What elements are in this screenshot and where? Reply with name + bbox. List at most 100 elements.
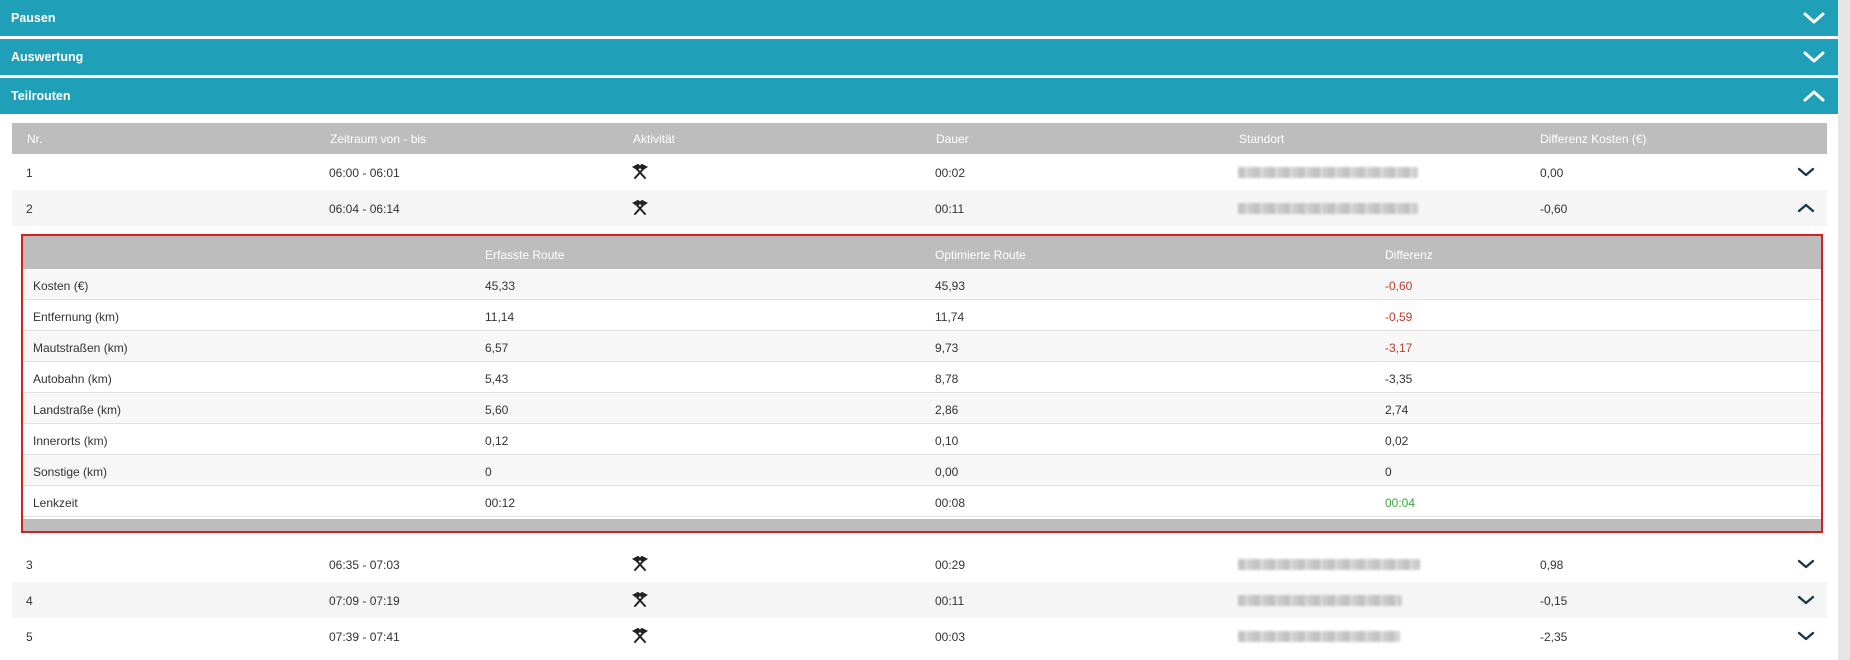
cell-nr: 1	[26, 166, 33, 180]
hammer-pick-icon	[632, 164, 648, 179]
detail-cell-differenz: -3,35	[1385, 372, 1413, 386]
detail-cell-differenz: -3,17	[1385, 341, 1413, 355]
detail-header-differenz: Differenz	[1385, 248, 1433, 262]
detail-cell-erfasst: 11,14	[485, 310, 515, 324]
detail-cell-optimiert: 45,93	[935, 279, 966, 293]
detail-cell-differenz: 00:04	[1385, 496, 1416, 510]
detail-cell-differenz: 0,02	[1385, 434, 1409, 448]
hammer-pick-icon	[632, 628, 648, 643]
standort-blurred	[1238, 595, 1402, 606]
detail-cell-erfasst: 00:12	[485, 496, 516, 510]
section-title: Teilrouten	[11, 89, 71, 103]
cell-dauer: 00:02	[935, 166, 966, 180]
cell-nr: 5	[26, 630, 33, 644]
cell-zeitraum: 06:35 - 07:03	[329, 558, 400, 572]
chevron-up-icon	[1803, 90, 1825, 102]
header-nr: Nr.	[27, 132, 43, 146]
detail-cell-optimiert: 0,00	[935, 465, 959, 479]
teilrouten-table-continued: 3 06:35 - 07:03 00:29 0,98 4 07:09 - 07:…	[12, 546, 1827, 654]
detail-header: Erfasste Route Optimierte Route Differen…	[23, 236, 1821, 269]
cell-nr: 3	[26, 558, 33, 572]
detail-cell-erfasst: 5,43	[485, 372, 509, 386]
detail-row: Innerorts (km) 0,12 0,10 0,02	[23, 424, 1821, 455]
chevron-up-icon[interactable]	[1797, 201, 1815, 215]
chevron-down-icon[interactable]	[1797, 629, 1815, 643]
hammer-pick-icon	[632, 200, 648, 215]
table-row[interactable]: 3 06:35 - 07:03 00:29 0,98	[12, 546, 1827, 582]
section-title: Auswertung	[11, 50, 84, 64]
cell-differenz: -2,35	[1540, 630, 1568, 644]
detail-cell-erfasst: 5,60	[485, 403, 509, 417]
detail-cell-label: Kosten (€)	[33, 279, 89, 293]
detail-header-optimiert: Optimierte Route	[935, 248, 1026, 262]
detail-cell-optimiert: 11,74	[935, 310, 965, 324]
detail-row: Kosten (€) 45,33 45,93 -0,60	[23, 269, 1821, 300]
detail-row: Mautstraßen (km) 6,57 9,73 -3,17	[23, 331, 1821, 362]
cell-nr: 4	[26, 594, 33, 608]
section-title: Pausen	[11, 11, 56, 25]
cell-differenz: 0,00	[1540, 166, 1564, 180]
detail-cell-erfasst: 0,12	[485, 434, 509, 448]
detail-row: Landstraße (km) 5,60 2,86 2,74	[23, 393, 1821, 424]
chevron-down-icon[interactable]	[1797, 593, 1815, 607]
chevron-down-icon[interactable]	[1797, 557, 1815, 571]
detail-cell-label: Innerorts (km)	[33, 434, 108, 448]
detail-cell-differenz: 2,74	[1385, 403, 1409, 417]
header-standort: Standort	[1239, 132, 1285, 146]
standort-blurred	[1238, 559, 1420, 570]
section-header-auswertung[interactable]: Auswertung	[0, 39, 1838, 75]
cell-nr: 2	[26, 202, 33, 216]
detail-row: Autobahn (km) 5,43 8,78 -3,35	[23, 362, 1821, 393]
teilrouten-table: Nr. Zeitraum von - bis Aktivität Dauer S…	[12, 123, 1827, 226]
detail-cell-label: Lenkzeit	[33, 496, 78, 510]
detail-cell-optimiert: 8,78	[935, 372, 959, 386]
standort-blurred	[1238, 203, 1418, 214]
header-zeitraum: Zeitraum von - bis	[330, 132, 427, 146]
route-comparison-detail: Erfasste Route Optimierte Route Differen…	[21, 234, 1823, 533]
table-row[interactable]: 1 06:00 - 06:01 00:02 0,00	[12, 154, 1827, 190]
cell-dauer: 00:11	[935, 202, 965, 216]
detail-row: Lenkzeit 00:12 00:08 00:04	[23, 486, 1821, 517]
header-aktivitaet: Aktivität	[633, 132, 676, 146]
cell-dauer: 00:29	[935, 558, 966, 572]
section-header-pausen[interactable]: Pausen	[0, 0, 1838, 36]
standort-blurred	[1238, 631, 1400, 642]
header-differenz-kosten: Differenz Kosten (€)	[1540, 132, 1647, 146]
detail-cell-differenz: -0,59	[1385, 310, 1413, 324]
table-row[interactable]: 5 07:39 - 07:41 00:03 -2,35	[12, 618, 1827, 654]
detail-row: Sonstige (km) 0 0,00 0	[23, 455, 1821, 486]
detail-cell-label: Entfernung (km)	[33, 310, 120, 324]
section-header-teilrouten[interactable]: Teilrouten	[0, 78, 1838, 114]
hammer-pick-icon	[632, 556, 648, 571]
cell-dauer: 00:11	[935, 594, 965, 608]
table-row[interactable]: 2 06:04 - 06:14 00:11 -0,60	[12, 190, 1827, 226]
detail-cell-optimiert: 9,73	[935, 341, 959, 355]
cell-differenz: -0,60	[1540, 202, 1568, 216]
cell-zeitraum: 07:09 - 07:19	[329, 594, 400, 608]
chevron-down-icon	[1803, 12, 1825, 24]
detail-cell-label: Landstraße (km)	[33, 403, 122, 417]
header-dauer: Dauer	[936, 132, 969, 146]
detail-cell-label: Mautstraßen (km)	[33, 341, 128, 355]
cell-zeitraum: 07:39 - 07:41	[329, 630, 400, 644]
detail-row: Entfernung (km) 11,14 11,74 -0,59	[23, 300, 1821, 331]
cell-zeitraum: 06:00 - 06:01	[329, 166, 400, 180]
cell-zeitraum: 06:04 - 06:14	[329, 202, 400, 216]
detail-cell-differenz: -0,60	[1385, 279, 1413, 293]
cell-differenz: 0,98	[1540, 558, 1564, 572]
table-row[interactable]: 4 07:09 - 07:19 00:11 -0,15	[12, 582, 1827, 618]
chevron-down-icon[interactable]	[1797, 165, 1815, 179]
hammer-pick-icon	[632, 592, 648, 607]
standort-blurred	[1238, 167, 1418, 178]
scroll-gutter	[1838, 0, 1850, 660]
detail-footer	[23, 519, 1821, 531]
detail-cell-differenz: 0	[1385, 465, 1392, 479]
detail-cell-erfasst: 45,33	[485, 279, 516, 293]
chevron-down-icon	[1803, 51, 1825, 63]
detail-cell-label: Autobahn (km)	[33, 372, 112, 386]
detail-cell-optimiert: 0,10	[935, 434, 959, 448]
table-header: Nr. Zeitraum von - bis Aktivität Dauer S…	[12, 123, 1827, 154]
detail-cell-label: Sonstige (km)	[33, 465, 108, 479]
detail-header-erfasst: Erfasste Route	[485, 248, 565, 262]
detail-cell-optimiert: 00:08	[935, 496, 966, 510]
